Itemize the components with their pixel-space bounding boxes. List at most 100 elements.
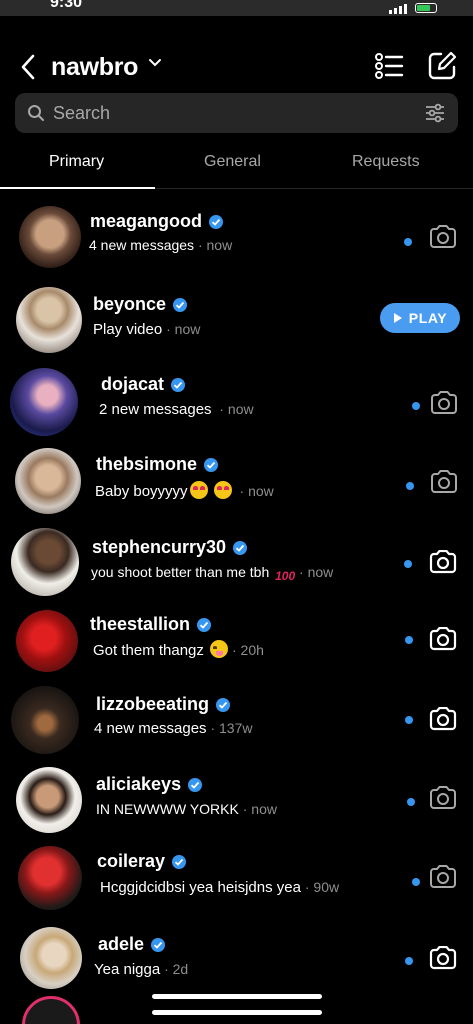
thread-row-theestallion[interactable]: theestallion Got them thangz · 20h [0,602,473,682]
avatar[interactable] [16,610,78,672]
thread-username: beyonce [93,294,167,314]
avatar[interactable] [10,368,78,436]
camera-icon[interactable] [429,946,457,970]
heart-eyes-emoji [213,481,232,499]
thread-timestamp: now [307,564,334,580]
thread-username: stephencurry30 [92,537,227,557]
camera-icon[interactable] [429,225,457,249]
camera-icon[interactable] [429,865,457,889]
thread-preview: you shoot better than me tbh [91,564,270,580]
thread-preview: 2 new messages [99,401,212,418]
thread-row-dojacat[interactable]: dojacat 2 new messages · now [0,362,473,442]
thread-preview: Got them thangz [93,642,204,659]
thread-row-lizzobeeating[interactable]: lizzobeeating 4 new messages · 137w [0,682,473,762]
list-icon[interactable] [374,52,404,80]
verified-badge-icon [188,777,203,792]
unread-dot [412,402,420,410]
inbox-header: nawbro [0,46,473,88]
battery-icon [415,3,437,13]
camera-icon[interactable] [429,707,457,731]
thread-username: aliciakeys [96,774,182,794]
thread-row-meagangood[interactable]: meagangood 4 new messages · now [0,198,473,282]
thread-preview: IN NEWWWW YORKK [96,801,239,817]
chevron-down-icon[interactable] [148,58,162,68]
thread-timestamp: now [206,237,233,253]
search-icon [28,105,44,121]
verified-badge-icon [173,297,188,312]
camera-icon[interactable] [429,550,457,574]
status-time: 9:30 [50,0,83,11]
thread-username: theestallion [90,614,191,634]
thread-username: lizzobeeating [96,694,210,714]
thread-preview: 4 new messages [89,237,195,253]
unread-dot [405,957,413,965]
thread-timestamp: now [174,321,201,337]
compose-icon[interactable] [427,51,457,81]
thread-timestamp: 137w [219,720,253,736]
thread-row-stephencurry30[interactable]: stephencurry30 you shoot better than me … [0,522,473,602]
camera-icon[interactable] [430,470,458,494]
unread-dot [405,636,413,644]
avatar[interactable] [15,448,81,514]
thread-row-aliciakeys[interactable]: aliciakeys IN NEWWWW YORKK · now [0,762,473,842]
tab-requests[interactable]: Requests [352,153,420,171]
thread-preview: Baby boyyyyy [95,483,188,500]
camera-icon[interactable] [429,627,457,651]
avatar[interactable] [11,528,79,596]
unread-dot [404,238,412,246]
avatar[interactable] [16,287,82,353]
thread-preview: Hcggjdcidbsi yea heisjdns yea [100,879,301,896]
thread-timestamp: 2d [172,961,189,977]
search-input[interactable] [53,102,393,124]
thread-username: meagangood [90,211,203,231]
avatar[interactable] [18,846,82,910]
status-icons [389,2,437,14]
inbox-tabs: Primary General Requests [0,145,473,189]
verified-badge-icon [172,854,187,869]
search-bar[interactable] [15,93,458,133]
tab-general[interactable]: General [204,153,261,171]
thread-username: thebsimone [96,454,198,474]
verified-badge-icon [209,214,224,229]
home-indicator-secondary [152,1010,322,1015]
thread-row-coileray[interactable]: coileray Hcggjdcidbsi yea heisjdns yea ·… [0,842,473,922]
avatar[interactable] [16,767,82,833]
account-name[interactable]: nawbro [51,53,138,82]
camera-icon[interactable] [430,391,458,415]
thread-row-thebsimone[interactable]: thebsimone Baby boyyyyy · now [0,442,473,522]
thread-timestamp: 20h [240,642,264,658]
play-icon [393,313,402,323]
heart-eyes-emoji [189,481,208,499]
back-chevron-icon [21,54,35,80]
back-button[interactable] [20,52,44,82]
tab-primary[interactable]: Primary [49,153,104,171]
avatar[interactable] [11,686,79,754]
verified-badge-icon [151,937,166,952]
hundred-emoji: 100 [275,569,296,583]
verified-badge-icon [197,617,212,632]
verified-badge-icon [171,377,186,392]
thread-username: coileray [97,851,166,871]
avatar[interactable] [19,206,81,268]
unread-dot [407,798,415,806]
unread-dot [412,878,420,886]
thread-row-adele[interactable]: adele Yea nigga · 2d [0,922,473,1002]
status-bar: 9:30 [0,0,473,16]
thread-username: dojacat [101,374,165,394]
thread-timestamp: now [248,483,274,499]
filter-icon[interactable] [424,102,446,124]
verified-badge-icon [233,540,248,555]
verified-badge-icon [204,457,219,472]
avatar[interactable] [20,927,82,989]
thread-timestamp: now [227,401,254,417]
unread-dot [404,560,412,568]
play-video-button[interactable]: PLAY [380,303,460,333]
thread-preview: Yea nigga [94,961,161,978]
home-indicator[interactable] [152,994,322,999]
camera-icon[interactable] [429,786,457,810]
signal-icon [389,2,407,14]
thread-preview: Play video [93,321,163,338]
thread-preview: 4 new messages [94,720,207,737]
unread-dot [405,716,413,724]
thread-username: adele [98,934,145,954]
